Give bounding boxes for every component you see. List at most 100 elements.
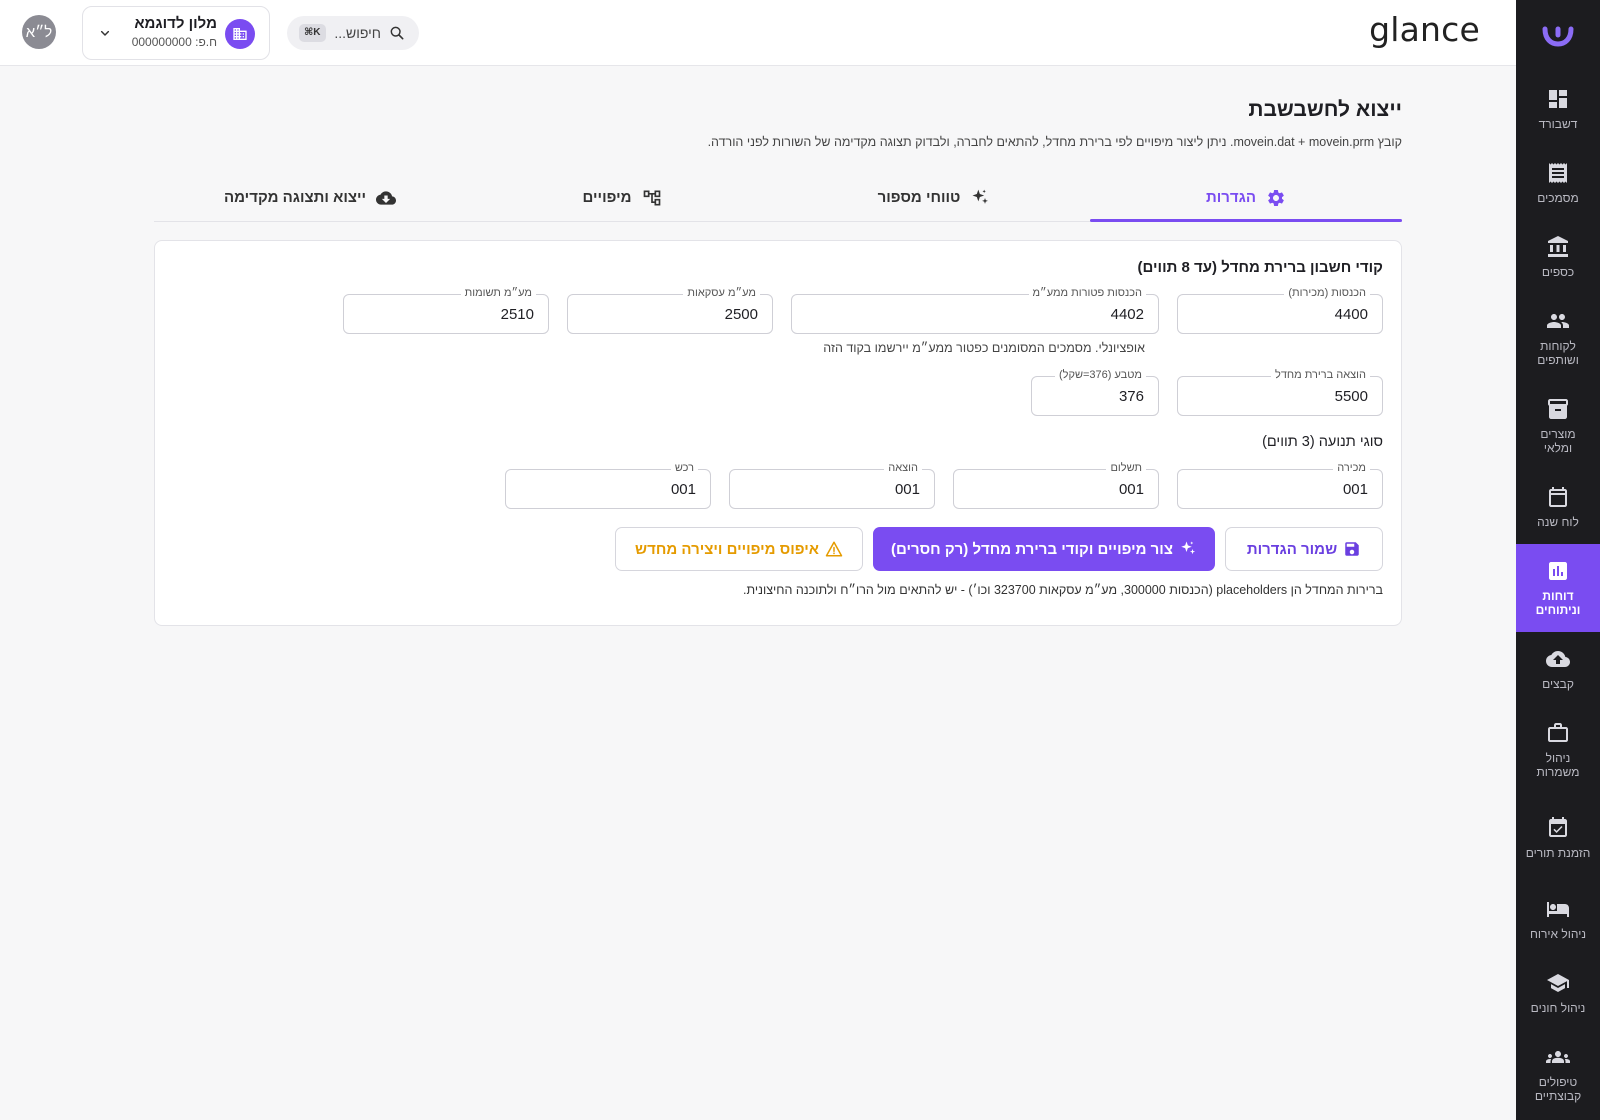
warning-icon [825,541,843,557]
page-description: קובץ movein.dat + movein.prm. ניתן ליצור… [707,135,1402,149]
field-label: מע״מ עסקאות [683,286,760,300]
generate-mappings-button[interactable]: צור מיפויים וקודי ברירת מחדל (רק חסרים) [873,527,1215,571]
tab-label: מיפויים [582,189,632,206]
field-label: רכש [670,461,698,475]
reset-mappings-button[interactable]: איפוס מיפויים ויצירה מחדש [615,527,863,571]
sidebar-item-label: הזמנת תורים [1525,846,1591,860]
sidebar-item-products[interactable]: מוצרים ומלאי [1516,382,1600,470]
revenue-account-field[interactable]: הכנסות (מכירות) 4400 [1177,286,1383,334]
field-label: מע״מ תשומות [460,286,536,300]
gear-icon [1268,189,1284,206]
briefcase-icon [1548,723,1568,742]
field-value: 4402 [1110,306,1144,323]
save-icon [1345,542,1359,556]
sidebar-item-reports[interactable]: דוחות וניתוחים [1516,544,1600,632]
building-icon [225,19,255,49]
tab-export-preview[interactable]: ייצוא ותצוגה מקדימה [154,174,466,221]
input-vat-field[interactable]: מע״מ תשומות 2510 [343,286,549,334]
sidebar-item-documents[interactable]: מסמכים [1516,146,1600,220]
organization-name: מלון לדוגמא [134,15,217,32]
bank-icon [1548,236,1568,257]
groups-icon [1546,1051,1570,1063]
sidebar-item-label: מוצרים ומלאי [1540,427,1576,455]
field-label: תשלום [1106,461,1146,475]
chart-icon [1549,562,1567,580]
field-value: 2510 [500,306,534,323]
vat-exempt-revenue-field[interactable]: הכנסות פטורות ממע״מ 4402 [791,286,1159,334]
save-settings-button[interactable]: שמור הגדרות [1225,527,1383,571]
field-value: 001 [1118,481,1144,498]
field-label: הוצאה ברירת מחדל [1271,368,1370,382]
currency-field[interactable]: מטבע (376=שקל) 376 [1031,368,1159,416]
sidebar-item-label: דשבורד [1538,117,1578,131]
sidebar-item-label: לוח שנה [1537,515,1579,529]
sidebar-item-label: דוחות וניתוחים [1535,589,1581,617]
tab-label: ייצוא ותצוגה מקדימה [223,189,367,206]
settings-card: קודי חשבון ברירת מחדל (עד 8 תווים) הכנסו… [154,240,1402,626]
sidebar-item-calendar[interactable]: לוח שנה [1516,470,1600,544]
section-title-movements: סוגי תנועה (3 תווים) [1262,434,1383,450]
sidebar-item-label: ניהול חונים [1530,1001,1586,1015]
field-value: 001 [894,481,920,498]
keyboard-shortcut-badge: ⌘K [299,24,326,42]
button-label: צור מיפויים וקודי ברירת מחדל (רק חסרים) [891,540,1173,558]
field-label: הוצאה [884,461,922,475]
hierarchy-icon [643,190,660,205]
movement-payment-field[interactable]: תשלום 001 [953,461,1159,509]
field-value: 2500 [724,306,758,323]
glance-logo-icon [1542,26,1574,47]
sidebar-item-shifts[interactable]: ניהול משמרות [1516,706,1600,794]
sparkle-icon [1181,541,1196,555]
sidebar-item-customers[interactable]: לקוחות ושותפים [1516,294,1600,382]
archive-icon [1548,399,1568,419]
sidebar-item-group-treatments[interactable]: טיפולים קבוצתיים [1516,1030,1600,1118]
button-label: איפוס מיפויים ויצירה מחדש [635,540,819,558]
sidebar-item-label: כספים [1541,265,1575,279]
vat-exempt-hint: אופציונלי. מסמכים המסומנים כפטור ממע״מ י… [823,341,1145,355]
movement-purchase-field[interactable]: רכש 001 [505,461,711,509]
search-input[interactable]: חיפוש... ⌘K [287,16,419,50]
default-expense-field[interactable]: הוצאה ברירת מחדל 5500 [1177,368,1383,416]
sidebar-item-appointments[interactable]: הזמנת תורים [1516,794,1600,882]
output-vat-field[interactable]: מע״מ עסקאות 2500 [567,286,773,334]
sidebar-item-files[interactable]: קבצים [1516,632,1600,706]
defaults-footnote: ברירות המחדל הן placeholders (הכנסות 300… [742,583,1383,597]
sidebar-item-label: טיפולים קבוצתיים [1534,1075,1582,1103]
receipt-icon [1549,163,1567,183]
sparkle-icon [972,189,989,204]
people-icon [1547,314,1569,328]
field-value: 001 [1342,481,1368,498]
button-label: שמור הגדרות [1246,540,1338,558]
tab-bar: הגדרות טווחי מספור מיפויים ייצוא ותצוגה … [154,174,1402,222]
movement-sale-field[interactable]: מכירה 001 [1177,461,1383,509]
sidebar-item-hospitality[interactable]: ניהול אירוח [1516,882,1600,956]
tab-label: טווחי מספור [877,189,961,206]
tab-numbering-ranges[interactable]: טווחי מספור [778,174,1090,221]
sidebar-item-finance[interactable]: כספים [1516,220,1600,294]
sidebar-item-dashboard[interactable]: דשבורד [1516,72,1600,146]
cloud-upload-icon [1546,651,1570,667]
organization-switcher[interactable]: מלון לדוגמא ח.פ: 000000000 [82,6,270,60]
field-value: 5500 [1334,388,1368,405]
tab-mappings[interactable]: מיפויים [466,174,778,221]
movement-expense-field[interactable]: הוצאה 001 [729,461,935,509]
tab-settings[interactable]: הגדרות [1090,174,1402,222]
app-logo[interactable] [1516,0,1600,72]
field-value: 001 [670,481,696,498]
field-label: מטבע (376=שקל) [1054,368,1146,382]
brand-logo[interactable]: glance [1369,10,1480,49]
sidebar-item-parking[interactable]: ניהול חונים [1516,956,1600,1030]
chevron-down-icon [100,30,110,36]
sidebar-item-label: לקוחות ושותפים [1537,339,1579,367]
search-icon [390,26,404,40]
sidebar: דשבורד מסמכים כספים לקוחות ושותפים מוצרי… [1516,0,1600,1120]
tab-label: הגדרות [1206,189,1256,206]
sidebar-item-label: מסמכים [1537,191,1579,205]
field-label: מכירה [1333,461,1370,475]
sidebar-item-label: קבצים [1542,677,1574,691]
sidebar-item-label: ניהול משמרות [1536,751,1580,779]
avatar[interactable]: ל״א [22,15,56,49]
sidebar-item-label: ניהול אירוח [1529,927,1587,941]
field-value: 376 [1118,388,1144,405]
field-value: 4400 [1334,306,1368,323]
